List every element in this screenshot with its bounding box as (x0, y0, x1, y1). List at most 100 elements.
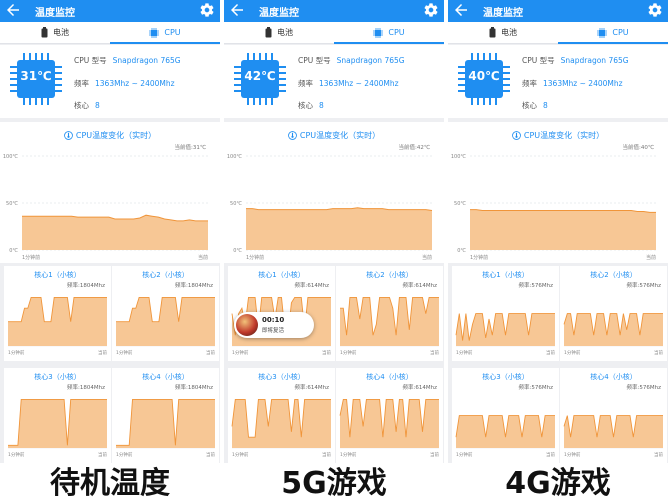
battery-icon (41, 27, 48, 38)
cpu-temperature: 42℃ (244, 69, 276, 83)
cpu-chip-icon (597, 27, 608, 38)
core-axis-left-label: 1分钟前 (456, 451, 473, 458)
tab-battery-label: 电池 (501, 28, 517, 37)
tab-battery[interactable]: 电池 (448, 22, 558, 44)
core-axis-left-label: 1分钟前 (232, 451, 249, 458)
thermometer-icon (511, 131, 521, 140)
temperature-chart: 100℃ 50℃ 0℃ 1分钟前 当前 (3, 154, 208, 260)
core-frequency-chart: 1分钟前 当前 (8, 398, 107, 458)
core-axis-left-label: 1分钟前 (8, 349, 25, 356)
cpu-temp-chip: 40℃ (458, 53, 510, 105)
game-revive-popup[interactable]: 00:10 即将复活 (234, 312, 314, 338)
cpu-cores-value: 8 (95, 101, 100, 110)
core-card-3: 核心3（小核） 频率:576Mhz 1分钟前 当前 (452, 368, 559, 463)
panel-caption: 待机温度 (50, 466, 170, 501)
tab-bar: 电池 CPU (448, 22, 668, 44)
core-axis-left-label: 1分钟前 (564, 451, 581, 458)
core-axis-left-label: 1分钟前 (564, 349, 581, 356)
core-axis-left-label: 1分钟前 (116, 349, 133, 356)
core-axis-right-label: 当前 (430, 451, 439, 458)
core-card-2: 核心2（小核） 频率:576Mhz 1分钟前 当前 (560, 266, 667, 361)
core-card-4: 核心4（小核） 频率:576Mhz 1分钟前 当前 (560, 368, 667, 463)
tab-battery[interactable]: 电池 (0, 22, 110, 44)
cpu-cores-label: 核心 (298, 101, 313, 110)
core-card-1: 核心1（小核） 频率:576Mhz 1分钟前 当前 (452, 266, 559, 361)
chart-title: CPU温度变化（实时） (224, 130, 444, 141)
cpu-info-card: 31℃ CPU 型号 Snapdragon 765G 频率 1363Mhz ~ 24… (0, 45, 220, 118)
temperature-area (470, 209, 656, 250)
temperature-area (246, 207, 432, 250)
cpu-model-row: CPU 型号 Snapdragon 765G (522, 55, 629, 66)
x-axis-right-label: 当前 (422, 254, 432, 260)
tab-cpu-label: CPU (612, 28, 629, 37)
cpu-model-label: CPU 型号 (298, 56, 331, 65)
core-axis-right-label: 当前 (206, 349, 215, 356)
core-name: 核心4（小核） (142, 373, 189, 381)
core-frequency-chart: 1分钟前 当前 (455, 415, 555, 458)
y-tick-label: 100℃ (451, 154, 467, 160)
y-tick-label: 100℃ (227, 154, 243, 160)
core-name: 核心2（小核） (366, 271, 413, 279)
core-name: 核心2（小核） (590, 271, 637, 279)
core-frequency-chart: 1分钟前 当前 (116, 296, 215, 356)
cpu-temp-chart-card: CPU温度变化（实时） 当前值:31℃ 100℃ 50℃ 0℃ 1分钟前 当前 (0, 122, 220, 263)
app-bar: 温度监控 (224, 0, 444, 22)
core-axis-left-label: 1分钟前 (8, 451, 25, 458)
core-frequency-chart: 1分钟前 当前 (340, 296, 439, 356)
cpu-cores-row: 核心 8 (522, 100, 548, 111)
core-axis-right-label: 当前 (322, 451, 331, 458)
core-axis-right-label: 当前 (206, 451, 215, 458)
gear-icon[interactable] (647, 2, 663, 18)
tab-cpu[interactable]: CPU (334, 22, 444, 44)
page-title: 温度监控 (259, 8, 299, 19)
core-frequency-area (116, 297, 215, 346)
tab-battery[interactable]: 电池 (224, 22, 334, 44)
core-frequency-area (340, 399, 439, 448)
cpu-cores-row: 核心 8 (298, 100, 324, 111)
core-frequency-area (456, 415, 555, 448)
core-frequency-chart: 1分钟前 当前 (231, 398, 331, 458)
core-card-1: 核心1（小核） 频率:1804Mhz 1分钟前 当前 (4, 266, 111, 361)
cpu-temperature: 31℃ (20, 69, 52, 83)
cpu-freq-value: 1363Mhz ~ 2400Mhz (95, 79, 175, 88)
core-name: 核心1（小核） (482, 271, 529, 279)
arrow-left-icon[interactable] (4, 1, 22, 19)
tab-indicator (334, 42, 444, 44)
arrow-left-icon[interactable] (228, 1, 246, 19)
app-bar: 温度监控 (0, 0, 220, 22)
arrow-left-icon[interactable] (452, 1, 470, 19)
tab-cpu[interactable]: CPU (110, 22, 220, 44)
y-tick-label: 100℃ (3, 154, 19, 160)
tab-cpu[interactable]: CPU (558, 22, 668, 44)
cpu-model-label: CPU 型号 (74, 56, 107, 65)
gear-icon[interactable] (199, 2, 215, 18)
core-card-3: 核心3（小核） 频率:1804Mhz 1分钟前 当前 (4, 368, 111, 463)
core-frequency-area (232, 399, 331, 448)
core-frequency-area (8, 297, 107, 346)
phone-panel-3: 温度监控 电池 CPU 40℃ CPU 型号 Snapdragon 765G 频… (448, 0, 668, 463)
chart-title: CPU温度变化（实时） (448, 130, 668, 141)
battery-icon (489, 27, 496, 38)
core-axis-right-label: 当前 (98, 451, 107, 458)
y-tick-label: 0℃ (9, 248, 18, 254)
cpu-temp-chip: 42℃ (234, 53, 286, 105)
y-tick-label: 0℃ (457, 248, 466, 254)
gear-icon[interactable] (423, 2, 439, 18)
y-tick-label: 50℃ (454, 201, 466, 207)
cpu-info-card: 40℃ CPU 型号 Snapdragon 765G 频率 1363Mhz ~ 24… (448, 45, 668, 118)
thermometer-icon (287, 131, 297, 140)
hero-avatar (236, 314, 258, 336)
core-axis-left-label: 1分钟前 (340, 451, 357, 458)
cpu-model-row: CPU 型号 Snapdragon 765G (74, 55, 181, 66)
x-axis-left-label: 1分钟前 (246, 254, 264, 260)
tab-cpu-label: CPU (388, 28, 405, 37)
core-frequency-chart: 1分钟前 当前 (339, 398, 439, 458)
chart-title-text: CPU温度变化（实时） (75, 131, 157, 140)
cpu-model-label: CPU 型号 (522, 56, 555, 65)
cpu-temp-chart-card: CPU温度变化（实时） 当前值:40℃ 100℃ 50℃ 0℃ 1分钟前 当前 (448, 122, 668, 263)
core-name: 核心2（小核） (142, 271, 189, 279)
cpu-freq-label: 频率 (522, 79, 537, 88)
cpu-freq-value: 1363Mhz ~ 2400Mhz (543, 79, 623, 88)
thermometer-icon (63, 131, 73, 140)
tab-bar: 电池 CPU (0, 22, 220, 44)
